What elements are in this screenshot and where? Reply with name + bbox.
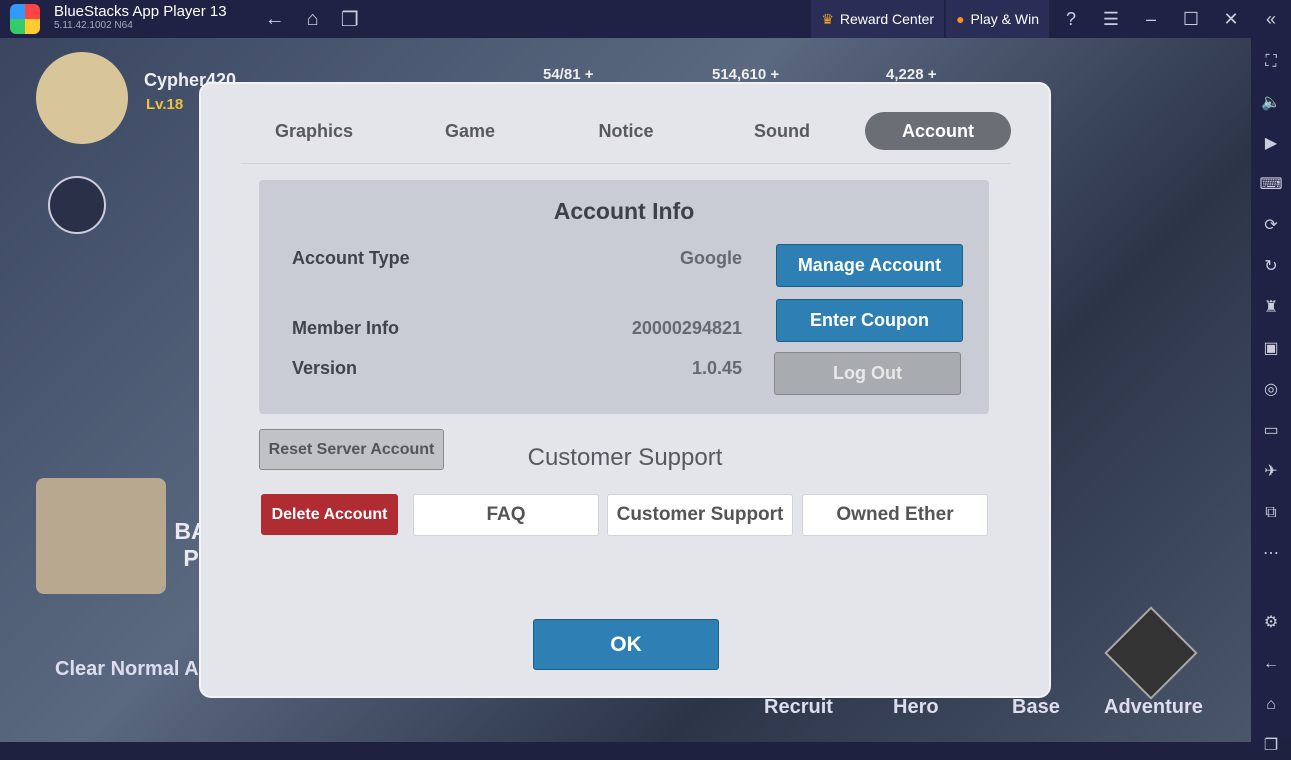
manage-account-button[interactable]: Manage Account [776,244,963,287]
account-type-value: Google [680,248,742,268]
menu-icon[interactable]: ☰ [1091,9,1131,30]
nav-base[interactable]: Base [1012,696,1060,719]
recent-apps-icon[interactable]: ❐ [341,7,359,32]
app-version: 5.11.42.1002 N64 [54,20,133,31]
keyboard-icon[interactable]: ⌨ [1259,171,1282,199]
customer-support-title: Customer Support [527,444,723,471]
macro-icon[interactable]: ⟳ [1264,212,1277,240]
player-avatar[interactable] [36,52,128,144]
log-out-button[interactable]: Log Out [774,352,961,395]
game-controls-icon[interactable]: ♜ [1264,294,1278,322]
stamina-counter[interactable]: 54/81 + [543,66,593,83]
event-icon[interactable] [48,176,106,234]
multi-instance-icon[interactable]: ⧉ [1265,499,1276,527]
folder-icon[interactable]: ▭ [1263,417,1278,445]
nav-recruit[interactable]: Recruit [764,696,833,719]
collapse-sidebar-icon[interactable]: « [1251,9,1291,30]
account-info-title: Account Info [553,198,695,224]
settings-icon[interactable]: ⚙ [1264,609,1278,637]
nav-adventure[interactable]: Adventure [1104,696,1203,719]
gem-counter[interactable]: 4,228 + [886,66,936,83]
app-title: BlueStacks App Player 13 [54,3,227,20]
delete-account-button[interactable]: Delete Account [261,494,398,535]
screenshot-icon[interactable]: ◎ [1264,376,1278,404]
tab-graphics[interactable]: Graphics [241,112,387,150]
member-info-label: Member Info [292,318,400,338]
recent-apps-icon[interactable]: ❐ [1264,732,1278,760]
help-icon[interactable]: ? [1051,9,1091,30]
tab-game[interactable]: Game [397,112,543,150]
version-label: Version [292,358,358,378]
apk-icon[interactable]: ▣ [1263,335,1278,363]
player-level: Lv.18 [146,96,184,113]
screen-record-icon[interactable]: ▶ [1265,130,1277,158]
gold-counter[interactable]: 514,610 + [712,66,779,83]
title-bar: BlueStacks App Player 13 5.11.42.1002 N6… [0,0,1291,38]
tab-divider [241,163,1011,164]
account-info-panel: Account Info Account Type Google Member … [259,180,989,414]
tab-sound[interactable]: Sound [709,112,855,150]
fullscreen-icon[interactable]: ⛶ [1265,48,1276,76]
right-toolbar: ⛶ 🔈 ▶ ⌨ ⟳ ↻ ♜ ▣ ◎ ▭ ✈ ⧉ ⋯ ⚙ ← ⌂ ❐ [1251,38,1291,754]
back-icon[interactable]: ← [265,8,285,31]
rotate-icon[interactable]: ↻ [1264,253,1277,281]
nav-hero[interactable]: Hero [893,696,939,719]
home-icon[interactable]: ⌂ [307,8,319,31]
tab-notice[interactable]: Notice [553,112,699,150]
more-icon[interactable]: ⋯ [1263,540,1279,568]
character-portrait [36,478,166,594]
volume-icon[interactable]: 🔈 [1261,89,1281,117]
ok-button[interactable]: OK [533,619,719,670]
customer-support-button[interactable]: Customer Support [607,494,793,536]
settings-tabs: Graphics Game Notice Sound Account [241,112,1011,152]
home-icon[interactable]: ⌂ [1266,691,1276,719]
version-value: 1.0.45 [691,358,742,378]
crown-icon: ♛ [821,10,834,27]
airplane-icon[interactable]: ✈ [1264,458,1277,486]
faq-button[interactable]: FAQ [413,494,599,536]
maximize-icon[interactable]: ☐ [1171,9,1211,30]
play-win-icon: ● [956,11,965,27]
play-win-button[interactable]: ● Play & Win [946,0,1049,38]
close-icon[interactable]: ✕ [1211,9,1251,30]
owned-ether-button[interactable]: Owned Ether [802,494,988,536]
bluestacks-logo [10,4,40,34]
account-type-label: Account Type [292,248,410,268]
minimize-icon[interactable]: – [1131,9,1171,30]
member-info-value: 20000294821 [631,318,742,338]
quest-text[interactable]: Clear Normal A [55,658,199,681]
back-icon[interactable]: ← [1263,650,1279,678]
adventure-emblem-icon[interactable] [1104,606,1198,700]
tab-account[interactable]: Account [865,112,1011,150]
enter-coupon-button[interactable]: Enter Coupon [776,299,963,342]
reward-center-button[interactable]: ♛ Reward Center [811,0,945,38]
settings-dialog: Graphics Game Notice Sound Account Accou… [199,82,1051,698]
